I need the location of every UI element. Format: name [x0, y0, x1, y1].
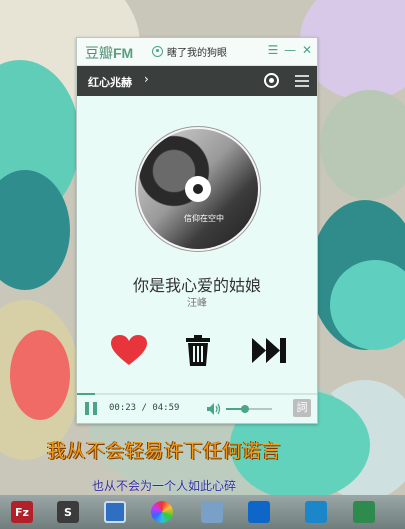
- app-logo: 豆瓣FM: [85, 43, 133, 63]
- record-icon[interactable]: [264, 73, 279, 88]
- desktop-lyric-line-1: 我从不会轻易许下任何诺言: [47, 440, 282, 462]
- volume-icon[interactable]: [207, 403, 221, 415]
- taskbar-item-calculator[interactable]: [193, 498, 231, 526]
- lyrics-button[interactable]: 詞: [293, 399, 311, 417]
- album-cover-disc[interactable]: 信仰在空中: [136, 127, 260, 251]
- minimize-icon: —: [284, 43, 296, 57]
- user-account[interactable]: 瞎了我的狗眼: [152, 44, 227, 59]
- song-title: 你是我心爱的姑娘: [132, 276, 261, 295]
- color-picker-icon: [151, 501, 173, 523]
- window-icon: [104, 501, 126, 523]
- channel-arrow-icon[interactable]: ›: [144, 72, 149, 86]
- title-bar[interactable]: 豆瓣FM 瞎了我的狗眼 ☰ — ✕: [77, 38, 317, 66]
- taskbar-item-teamviewer[interactable]: [240, 498, 278, 526]
- heart-icon[interactable]: [110, 334, 148, 366]
- playback-time: 00:23 / 04:59: [109, 403, 180, 413]
- channel-bar: 红心兆赫 ›: [77, 66, 317, 96]
- playback-bar: 00:23 / 04:59 詞: [77, 395, 317, 423]
- taskbar-item-sublime-text[interactable]: S: [49, 498, 87, 526]
- calculator-icon: [201, 501, 223, 523]
- taskbar-item-arch-linux[interactable]: [297, 498, 335, 526]
- username: 瞎了我的狗眼: [167, 48, 227, 59]
- logo-fm: FM: [113, 45, 134, 61]
- minimize-button[interactable]: —: [283, 42, 297, 58]
- channel-name[interactable]: 红心兆赫: [88, 74, 132, 90]
- taskbar-item-color-picker[interactable]: [143, 498, 181, 526]
- taskbar-item-window[interactable]: [96, 498, 134, 526]
- close-button[interactable]: ✕: [300, 42, 314, 58]
- volume-slider[interactable]: [226, 405, 272, 413]
- arch-linux-icon: [305, 501, 327, 523]
- sublime-text-icon: S: [57, 501, 79, 523]
- menu-button[interactable]: ☰: [266, 42, 280, 58]
- play-pause-disc-icon[interactable]: [185, 176, 211, 202]
- playlist-icon[interactable]: [295, 75, 309, 87]
- artist-name[interactable]: 汪峰: [77, 294, 317, 309]
- douban-fm-window: 豆瓣FM 瞎了我的狗眼 ☰ — ✕ 红心兆赫 › 信仰在空中 你是我心爱的姑娘 …: [76, 37, 318, 424]
- taskbar-item-filezilla[interactable]: Fz: [3, 498, 41, 526]
- list-icon: ☰: [267, 43, 279, 57]
- teamviewer-icon: [248, 501, 270, 523]
- logo-text: 豆瓣: [85, 46, 113, 62]
- taskbar-item-launcher[interactable]: [345, 498, 383, 526]
- filezilla-icon: Fz: [11, 501, 33, 523]
- user-icon: [152, 46, 163, 57]
- close-icon: ✕: [301, 43, 313, 57]
- launcher-icon: [353, 501, 375, 523]
- volume-knob[interactable]: [241, 405, 250, 413]
- trash-icon[interactable]: [186, 335, 210, 366]
- taskbar: Fz S: [0, 495, 405, 529]
- album-caption: 信仰在空中: [184, 214, 224, 223]
- skip-icon[interactable]: [252, 338, 286, 363]
- pause-icon[interactable]: [85, 402, 97, 415]
- desktop-lyric-line-2: 也从不会为一个人如此心碎: [92, 479, 237, 493]
